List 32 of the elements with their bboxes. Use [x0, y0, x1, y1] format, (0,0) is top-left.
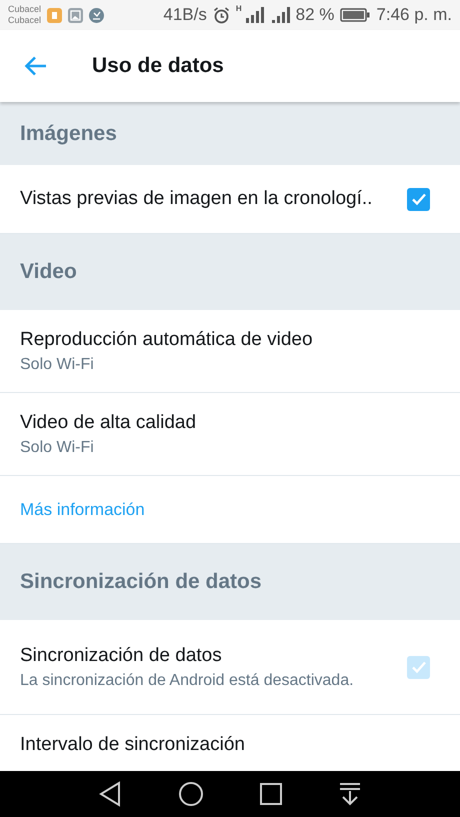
image-icon [68, 8, 84, 22]
notification-shade-icon[interactable] [338, 782, 362, 806]
setting-title: Vistas previas de imagen en la cronologí.. [20, 188, 374, 210]
setting-title[interactable]: Video de alta calidad [20, 412, 430, 434]
setting-title: Sincronización de datos [20, 644, 223, 666]
home-icon[interactable] [178, 781, 204, 807]
back-nav-icon[interactable] [98, 781, 122, 807]
section-header: Video [0, 234, 460, 310]
section-header: Imágenes [0, 102, 460, 165]
checkbox[interactable] [407, 188, 430, 210]
setting-description: La sincronización de Android está desactivada. [20, 672, 355, 690]
carrier-name: Cubacel [8, 4, 42, 15]
alarm-icon [212, 6, 230, 24]
network-speed: 41B/s [163, 5, 207, 25]
signal-icon [244, 7, 264, 23]
network-type: H [236, 4, 242, 13]
setting-title[interactable]: Intervalo de sincronización [20, 734, 430, 756]
battery-percent: 82 % [296, 5, 334, 25]
screen-title: Uso de datos [92, 54, 224, 78]
section-header: Sincronización de datos [0, 544, 460, 620]
setting-title[interactable]: Reproducción automática de video [20, 328, 430, 350]
recent-apps-icon[interactable] [260, 783, 282, 805]
checkmark-icon [410, 659, 426, 675]
battery-icon [340, 8, 370, 22]
carrier-name: Cubacel [8, 15, 42, 26]
clock: 7:46 p. m. [376, 5, 452, 25]
signal-icon [270, 7, 290, 23]
download-icon [89, 8, 104, 22]
notification-icon [47, 8, 62, 22]
checkmark-icon [410, 191, 426, 207]
setting-value: Solo Wi-Fi [20, 438, 95, 456]
setting-value: Solo Wi-Fi [20, 356, 95, 374]
